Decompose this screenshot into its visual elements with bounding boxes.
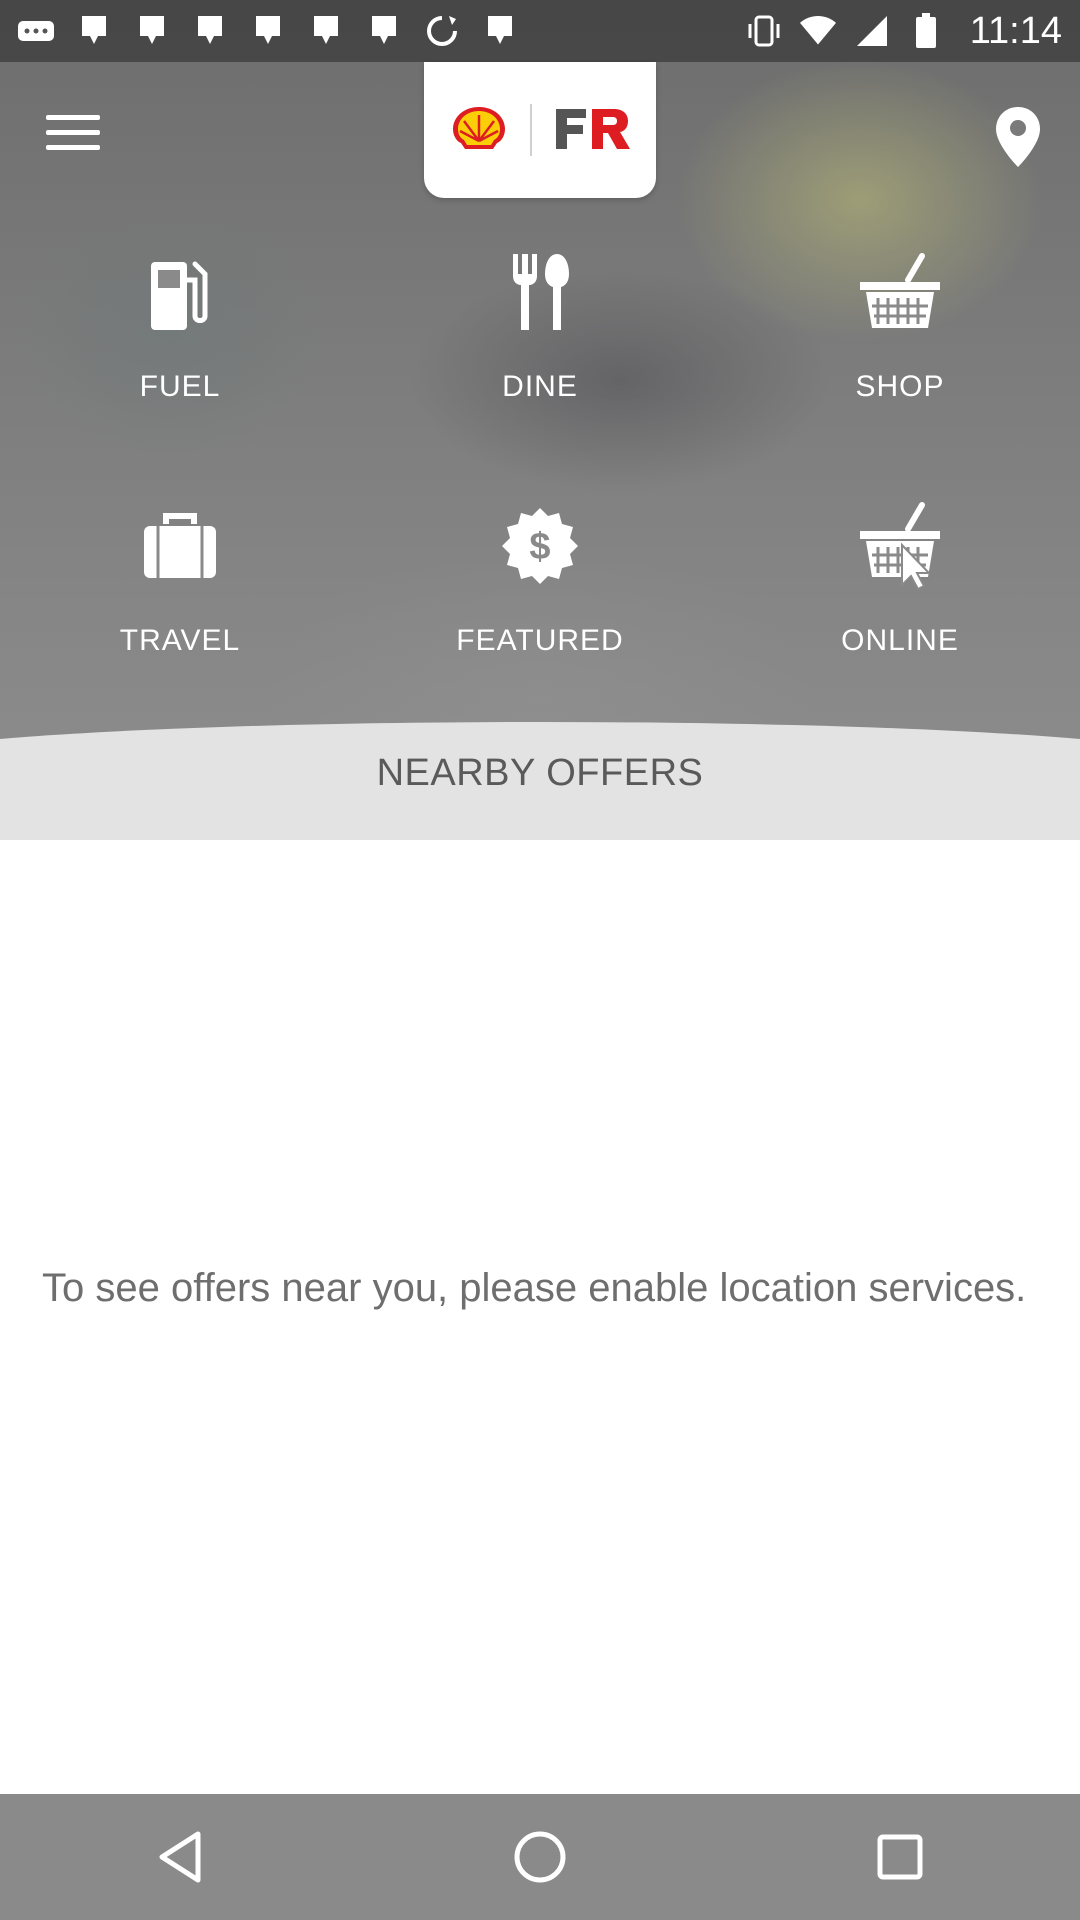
suitcase-icon (130, 496, 230, 596)
vibrate-icon (746, 13, 782, 49)
category-shop[interactable]: SHOP (750, 242, 1050, 442)
category-featured[interactable]: $ FEATURED (390, 496, 690, 696)
category-travel[interactable]: TRAVEL (30, 496, 330, 696)
sync-icon (424, 13, 460, 49)
svg-text:$: $ (529, 526, 550, 568)
status-left-icons (18, 13, 518, 49)
battery-icon (908, 13, 944, 49)
fork-spoon-icon (490, 242, 590, 342)
category-label: TRAVEL (119, 624, 241, 657)
notification-icon (134, 13, 170, 49)
wifi-icon (799, 13, 836, 49)
nearby-offers-title: NEARBY OFFERS (376, 752, 704, 794)
recents-icon[interactable] (860, 1817, 940, 1897)
status-time: 11:14 (969, 9, 1062, 52)
category-label: DINE (502, 370, 578, 403)
category-label: SHOP (855, 370, 945, 403)
fuel-pump-icon (130, 242, 230, 342)
more-icon (18, 13, 54, 49)
home-icon[interactable] (500, 1817, 580, 1897)
signal-icon (854, 13, 890, 49)
notification-icon (76, 13, 112, 49)
dollar-badge-icon: $ (490, 496, 590, 596)
notification-icon (250, 13, 286, 49)
category-label: FUEL (139, 370, 221, 403)
category-online[interactable]: ONLINE (750, 496, 1050, 696)
location-message: To see offers near you, please enable lo… (42, 1266, 1027, 1310)
notification-icon (482, 13, 518, 49)
category-fuel[interactable]: FUEL (30, 242, 330, 442)
map-pin-icon[interactable] (990, 105, 1046, 169)
basket-icon (850, 242, 950, 342)
hamburger-menu-icon[interactable] (46, 115, 100, 159)
status-right-icons: 11:14 (746, 10, 1062, 53)
notification-icon (366, 13, 402, 49)
back-icon[interactable] (140, 1817, 220, 1897)
notification-icon (192, 13, 228, 49)
shell-logo (450, 105, 508, 156)
navigation-bar (0, 1794, 1080, 1920)
logo-divider (530, 104, 532, 156)
fuel-rewards-logo (554, 105, 630, 156)
offers-content (0, 840, 1080, 1794)
status-bar: 11:14 (0, 0, 1080, 62)
brand-logo-tab (424, 62, 656, 198)
category-dine[interactable]: DINE (390, 242, 690, 442)
app-screen: 11:14 FUEL DINE SHOP TRAVEL $ FEATURED O… (0, 0, 1080, 1920)
notification-icon (308, 13, 344, 49)
category-label: FEATURED (456, 624, 624, 657)
category-label: ONLINE (841, 624, 959, 657)
online-basket-icon (850, 496, 950, 596)
